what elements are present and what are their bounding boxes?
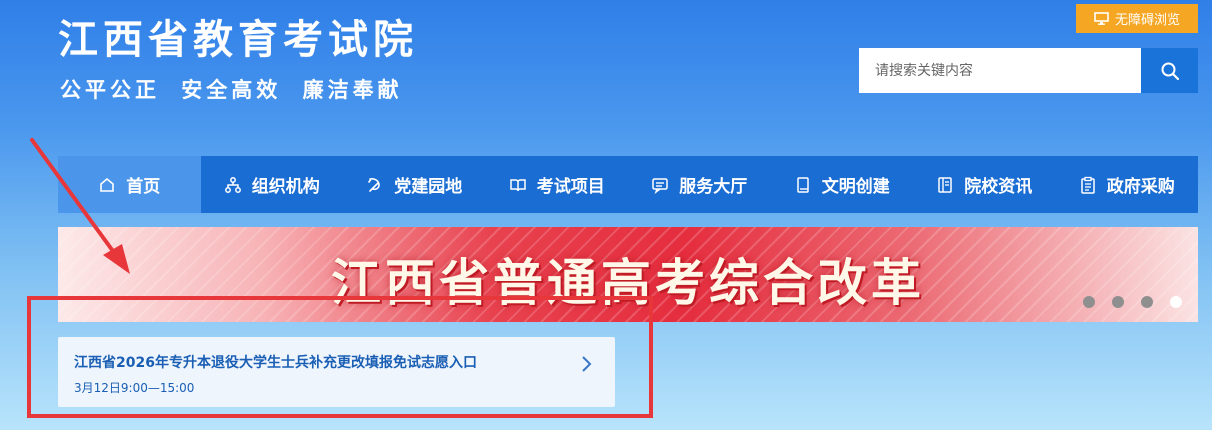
- carousel-dot[interactable]: [1141, 296, 1153, 308]
- service-icon: [651, 176, 669, 194]
- nav-label: 服务大厅: [679, 177, 748, 197]
- carousel-dot[interactable]: [1112, 296, 1124, 308]
- carousel-dots: [1083, 296, 1182, 308]
- nav-label: 文明创建: [821, 177, 890, 197]
- accessibility-label: 无障碍浏览: [1114, 13, 1180, 28]
- search-icon: [1160, 61, 1180, 81]
- nav-item-exams[interactable]: 考试项目: [486, 156, 629, 213]
- clipboard-icon: [1079, 176, 1097, 194]
- book-icon: [509, 176, 527, 194]
- nav-item-civilization[interactable]: 文明创建: [771, 156, 914, 213]
- org-chart-icon: [224, 176, 242, 194]
- search-button[interactable]: [1141, 48, 1198, 93]
- home-icon: [98, 176, 116, 194]
- booklet-icon: [794, 176, 812, 194]
- nav-item-news[interactable]: 院校资讯: [913, 156, 1056, 213]
- notice-title[interactable]: 江西省2026年专升本退役大学生士兵补充更改填报免试志愿入口: [74, 352, 477, 372]
- nav-item-organization[interactable]: 组织机构: [201, 156, 344, 213]
- nav-label: 党建园地: [394, 177, 463, 197]
- notice-time: 3月12日9:00—15:00: [74, 381, 195, 395]
- nav-label: 考试项目: [536, 177, 605, 197]
- monitor-icon: [1094, 12, 1109, 25]
- nav-item-party[interactable]: 党建园地: [343, 156, 486, 213]
- nav-item-procurement[interactable]: 政府采购: [1056, 156, 1199, 213]
- notice-card[interactable]: 江西省2026年专升本退役大学生士兵补充更改填报免试志愿入口 3月12日9:00…: [58, 337, 615, 407]
- site-slogan: 公平公正 安全高效 廉洁奉献: [60, 78, 403, 102]
- nav-label: 组织机构: [251, 177, 320, 197]
- nav-label: 首页: [126, 177, 161, 197]
- nav-label: 政府采购: [1106, 177, 1175, 197]
- search-input[interactable]: [859, 48, 1141, 93]
- party-icon: [366, 176, 384, 194]
- chevron-right-icon[interactable]: [576, 354, 596, 374]
- nav-label: 院校资讯: [964, 177, 1033, 197]
- accessibility-button[interactable]: 无障碍浏览: [1076, 4, 1198, 33]
- banner-title: 江西省普通高考综合改革: [331, 253, 925, 312]
- carousel-dot-active[interactable]: [1170, 296, 1182, 308]
- site-title: 江西省教育考试院: [58, 17, 418, 63]
- search-box: [859, 48, 1198, 93]
- banner-carousel[interactable]: 江西省普通高考综合改革: [58, 227, 1198, 322]
- nav-item-home[interactable]: 首页: [58, 156, 201, 213]
- news-icon: [936, 176, 954, 194]
- main-nav: 首页 组织机构 党建园地 考试项目 服务大厅 文明创建 院校资讯 政府采购: [58, 156, 1198, 213]
- carousel-dot[interactable]: [1083, 296, 1095, 308]
- nav-item-service[interactable]: 服务大厅: [628, 156, 771, 213]
